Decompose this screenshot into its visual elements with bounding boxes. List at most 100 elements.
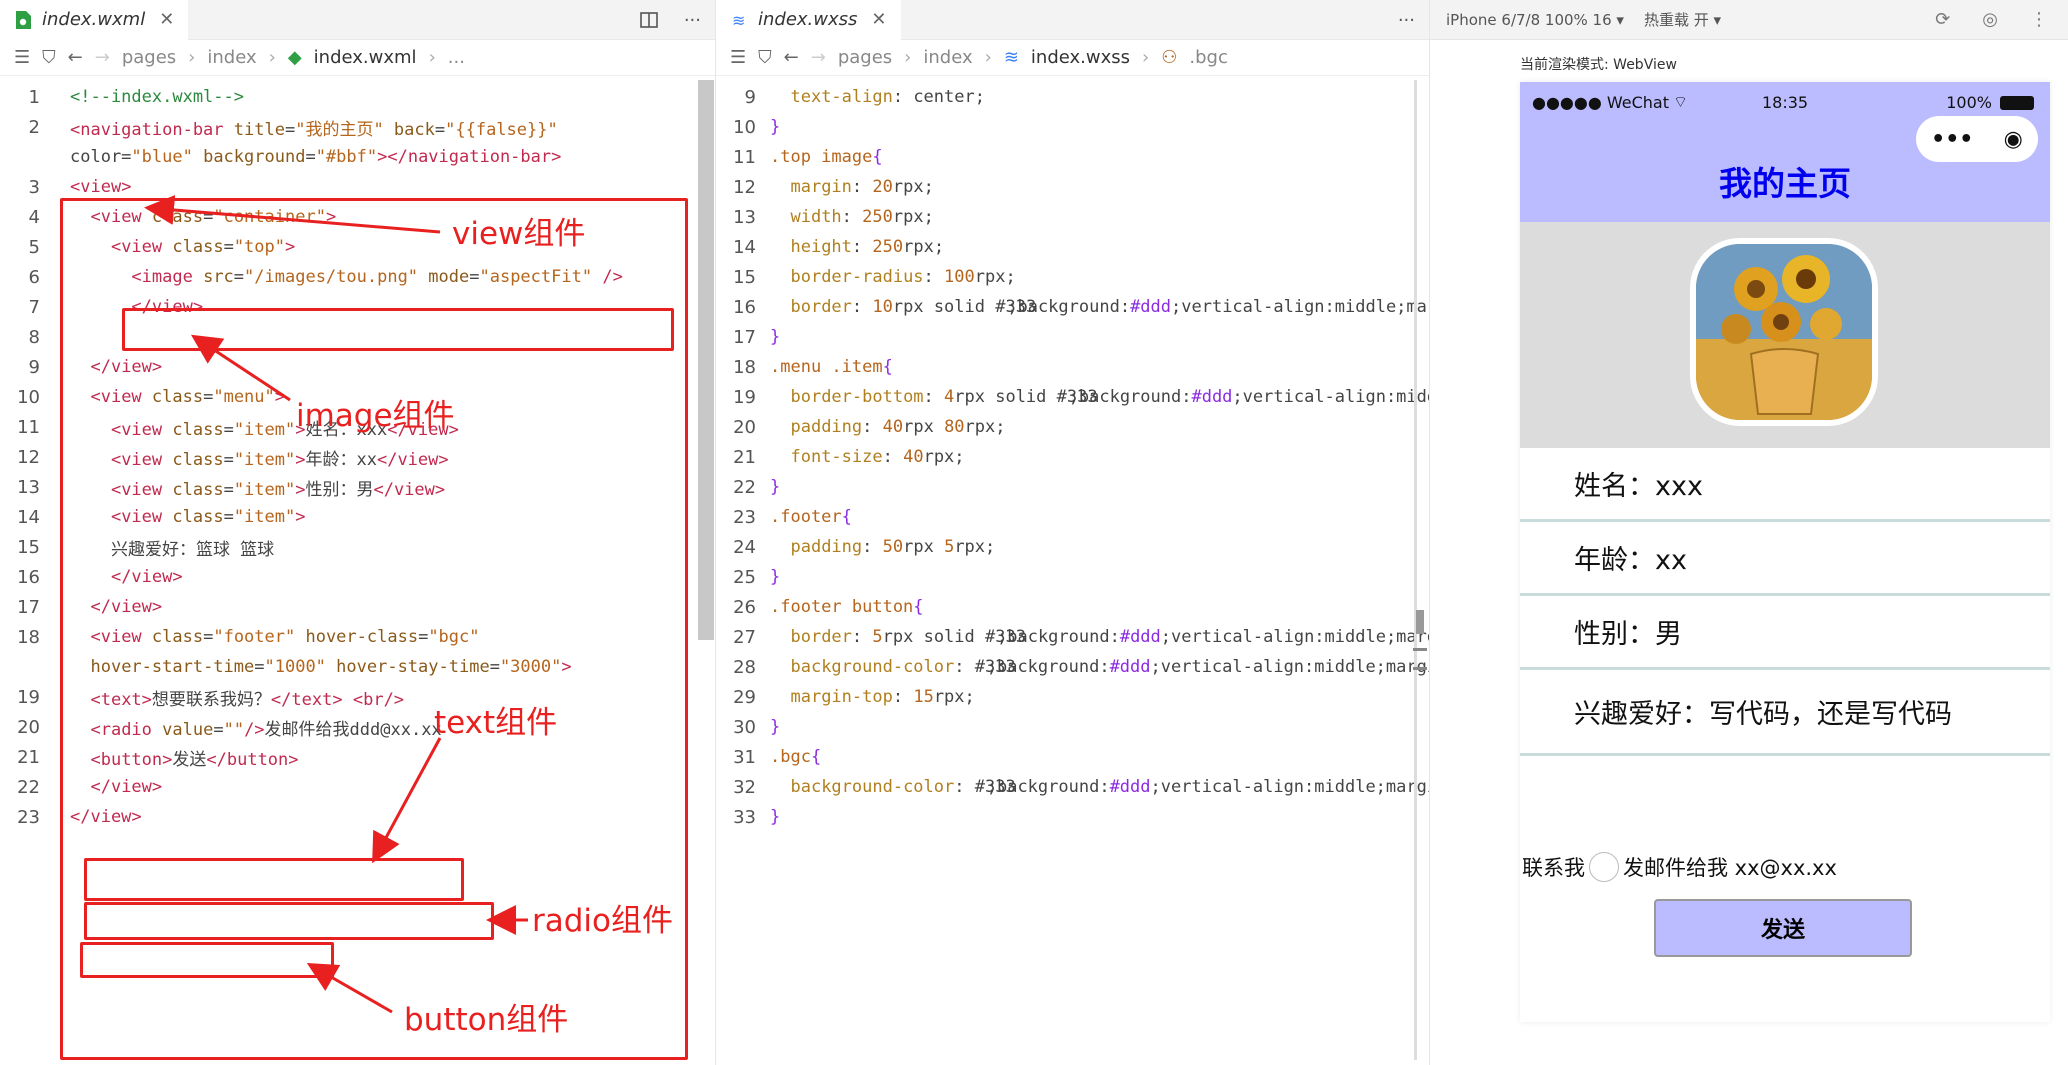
- rotate-icon[interactable]: ⟳: [1935, 9, 1950, 30]
- wxml-scrollbar[interactable]: [698, 80, 714, 640]
- chevron-right-icon: ›: [268, 47, 276, 68]
- image-box: [122, 308, 674, 351]
- more-dots-icon[interactable]: •••: [1931, 127, 1973, 152]
- back-arrow-icon[interactable]: ←: [68, 47, 83, 68]
- line-number: 5: [28, 236, 40, 258]
- send-button[interactable]: 发送: [1654, 899, 1912, 957]
- close-target-icon[interactable]: ◉: [2004, 127, 2023, 152]
- split-editor-icon[interactable]: [640, 11, 658, 29]
- stop-icon[interactable]: ◎: [1982, 9, 1998, 30]
- list-icon[interactable]: ☰: [14, 47, 30, 68]
- email-radio[interactable]: [1589, 852, 1619, 882]
- line-number: 30: [733, 716, 756, 738]
- code-line[interactable]: 30}: [716, 712, 1416, 742]
- back-arrow-icon[interactable]: ←: [784, 47, 799, 68]
- close-icon[interactable]: ✕: [159, 9, 174, 30]
- list-icon[interactable]: ☰: [730, 47, 746, 68]
- code-text: .footer button{: [770, 597, 924, 617]
- code-line[interactable]: 29 margin-top: 15rpx;: [716, 682, 1416, 712]
- chevron-right-icon: ›: [904, 47, 912, 68]
- chevron-right-icon: ›: [428, 47, 436, 68]
- radio-box: [84, 902, 494, 940]
- battery-label: 100%: [1946, 92, 1992, 112]
- wxss-scrollbar[interactable]: [1414, 80, 1417, 1060]
- line-number: 22: [733, 476, 756, 498]
- code-line[interactable]: 19 border-bottom: 4rpx solid #333;backgr…: [716, 382, 1429, 412]
- code-line[interactable]: 15 border-radius: 100rpx;: [716, 262, 1416, 292]
- line-number: 11: [17, 416, 40, 438]
- close-icon[interactable]: ✕: [871, 9, 886, 30]
- code-line[interactable]: 2 <navigation-bar title="我的主页" back="{{fa…: [0, 112, 700, 142]
- tab-index-wxss[interactable]: ≋ index.wxss ✕: [716, 0, 901, 40]
- line-number: 20: [17, 716, 40, 738]
- line-number: 26: [733, 596, 756, 618]
- line-number: 31: [733, 746, 756, 768]
- hot-reload-toggle[interactable]: 热重载 开 ▾: [1644, 9, 1721, 30]
- wxss-file-icon: ≋: [732, 11, 745, 30]
- code-line[interactable]: 32 background-color: #333;background:#dd…: [716, 772, 1429, 802]
- menu-item: 姓名：xxx: [1520, 448, 2050, 522]
- code-line[interactable]: 16 border: 10rpx solid #333;background:#…: [716, 292, 1429, 322]
- bookmark-icon[interactable]: ⛉: [758, 47, 772, 68]
- breadcrumb-item[interactable]: pages: [838, 47, 892, 68]
- line-number: 16: [17, 566, 40, 588]
- code-line[interactable]: 25}: [716, 562, 1416, 592]
- code-line[interactable]: 22}: [716, 472, 1416, 502]
- code-line[interactable]: 13 width: 250rpx;: [716, 202, 1416, 232]
- breadcrumb-item[interactable]: .bgc: [1189, 47, 1227, 68]
- splitter-handle[interactable]: [1416, 610, 1424, 634]
- code-line[interactable]: 24 padding: 50rpx 5rpx;: [716, 532, 1416, 562]
- code-line[interactable]: 11 .top image{: [716, 142, 1416, 172]
- bookmark-icon[interactable]: ⛉: [42, 47, 56, 68]
- wxml-tabbar: index.wxml ✕ ···: [0, 0, 715, 40]
- more-menu-icon[interactable]: ⋮: [2030, 9, 2048, 30]
- line-number: 22: [17, 776, 40, 798]
- wxss-tabbar: ≋ index.wxss ✕ ···: [716, 0, 1429, 40]
- splitter-handle-2[interactable]: [1413, 648, 1427, 670]
- code-line[interactable]: 26 .footer button{: [716, 592, 1416, 622]
- capsule-menu[interactable]: ••• ◉: [1916, 116, 2038, 162]
- code-line[interactable]: 10}: [716, 112, 1416, 142]
- code-text: margin: 20rpx;: [790, 177, 934, 197]
- breadcrumb-item[interactable]: index: [207, 47, 256, 68]
- code-line[interactable]: 9 text-align: center;: [716, 82, 1416, 112]
- code-line[interactable]: 33}: [716, 802, 1416, 832]
- code-line[interactable]: 14 height: 250rpx;: [716, 232, 1416, 262]
- code-line[interactable]: color="blue" background="#bbf"></navigat…: [0, 142, 700, 172]
- code-text: border: 5rpx solid #333;background:#ddd;…: [790, 627, 1429, 647]
- breadcrumb-item[interactable]: pages: [122, 47, 176, 68]
- wifi-icon: ⌔: [1673, 92, 1689, 111]
- more-icon[interactable]: ···: [684, 10, 701, 31]
- line-number: 27: [733, 626, 756, 648]
- phone-screen: ●●●●● WeChat ⌔ 18:35 100% ••• ◉ 我的主页 姓名：…: [1520, 82, 2050, 1022]
- line-number: 11: [733, 146, 756, 168]
- device-select[interactable]: iPhone 6/7/8 100% 16 ▾: [1446, 11, 1624, 29]
- breadcrumb-item[interactable]: ...: [448, 47, 465, 68]
- code-line[interactable]: 21 font-size: 40rpx;: [716, 442, 1416, 472]
- line-number: 13: [17, 476, 40, 498]
- line-number: 14: [17, 506, 40, 528]
- line-number: 12: [17, 446, 40, 468]
- code-line[interactable]: 28 background-color: #333;background:#dd…: [716, 652, 1429, 682]
- breadcrumb-item[interactable]: index.wxml: [314, 47, 417, 68]
- forward-arrow-icon[interactable]: →: [95, 47, 110, 68]
- line-number: 4: [28, 206, 40, 228]
- tab-index-wxml[interactable]: index.wxml ✕: [0, 0, 189, 40]
- code-line[interactable]: 31 .bgc{: [716, 742, 1416, 772]
- breadcrumb-item[interactable]: index.wxss: [1031, 47, 1130, 68]
- code-text: height: 250rpx;: [790, 237, 945, 257]
- code-line[interactable]: 17}: [716, 322, 1416, 352]
- code-line[interactable]: 18 .menu .item{: [716, 352, 1416, 382]
- footer[interactable]: 联系我 发邮件给我 xx@xx.xx 发送: [1520, 847, 2050, 957]
- chevron-right-icon: ›: [188, 47, 196, 68]
- code-line[interactable]: 12 margin: 20rpx;: [716, 172, 1416, 202]
- breadcrumb-item[interactable]: index: [923, 47, 972, 68]
- code-line[interactable]: 27 border: 5rpx solid #333;background:#d…: [716, 622, 1429, 652]
- code-text: font-size: 40rpx;: [790, 447, 965, 467]
- more-icon[interactable]: ···: [1398, 10, 1415, 31]
- code-line[interactable]: 23 .footer{: [716, 502, 1416, 532]
- code-line[interactable]: 1 <!--index.wxml-->: [0, 82, 700, 112]
- forward-arrow-icon[interactable]: →: [811, 47, 826, 68]
- code-line[interactable]: 20 padding: 40rpx 80rpx;: [716, 412, 1416, 442]
- line-number: 21: [733, 446, 756, 468]
